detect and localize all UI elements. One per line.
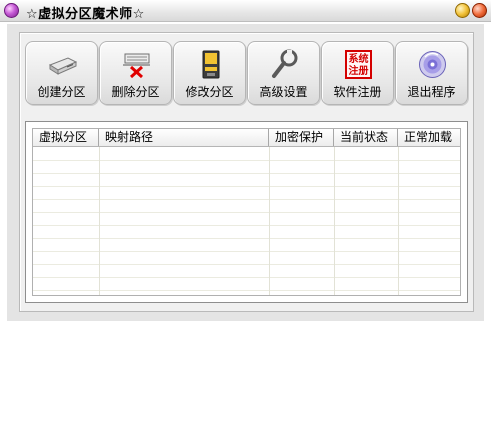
delete-partition-button[interactable]: 删除分区 (99, 41, 172, 105)
floppy-edit-icon (202, 50, 220, 79)
exit-program-button[interactable]: 退出程序 (395, 41, 468, 105)
modify-partition-label: 修改分区 (185, 85, 234, 99)
column-gridline (269, 147, 270, 295)
client-area: 创建分区 删除分区 修改分区 高级设置 系统 注册 软件注册 退出程序 虚拟分区… (7, 24, 484, 321)
wrench-icon (272, 49, 298, 78)
stamp-text-bottom: 注册 (349, 64, 369, 77)
list-rows (33, 147, 460, 295)
app-window: ☆虚拟分区魔术师☆ 创建分区 删除分区 修改分区 高级设置 系统 注册 软件注册… (0, 0, 491, 436)
window-title: ☆虚拟分区魔术师☆ (26, 7, 145, 22)
row-gridline (33, 225, 460, 226)
column-header-current-status[interactable]: 当前状态 (334, 129, 398, 146)
exit-program-label: 退出程序 (407, 85, 456, 99)
row-gridline (33, 160, 460, 161)
row-gridline (33, 290, 460, 291)
minimize-button[interactable] (455, 3, 470, 18)
modify-partition-button[interactable]: 修改分区 (173, 41, 246, 105)
stamp-text-top: 系统 (349, 52, 369, 65)
row-gridline (33, 277, 460, 278)
title-bar[interactable]: ☆虚拟分区魔术师☆ (0, 0, 491, 22)
toolbar: 创建分区 删除分区 修改分区 高级设置 系统 注册 软件注册 退出程序 (25, 41, 470, 105)
drive-icon (48, 57, 78, 75)
row-gridline (33, 238, 460, 239)
column-gridline (334, 147, 335, 295)
create-partition-label: 创建分区 (37, 85, 86, 99)
cd-exit-icon (419, 51, 446, 78)
close-button[interactable] (472, 3, 487, 18)
row-gridline (33, 199, 460, 200)
partition-list-container: 虚拟分区 映射路径 加密保护 当前状态 正常加载 (25, 121, 468, 303)
row-gridline (33, 186, 460, 187)
row-gridline (33, 173, 460, 174)
create-partition-button[interactable]: 创建分区 (25, 41, 98, 105)
delete-partition-label: 删除分区 (111, 85, 160, 99)
register-stamp-icon: 系统 注册 (345, 50, 372, 79)
row-gridline (33, 251, 460, 252)
software-register-button[interactable]: 系统 注册 软件注册 (321, 41, 394, 105)
advanced-settings-button[interactable]: 高级设置 (247, 41, 320, 105)
column-header-normal-load[interactable]: 正常加载 (398, 129, 460, 146)
column-header-encryption[interactable]: 加密保护 (269, 129, 334, 146)
column-gridline (398, 147, 399, 295)
column-header-mapping-path[interactable]: 映射路径 (99, 129, 269, 146)
row-gridline (33, 264, 460, 265)
column-gridline (99, 147, 100, 295)
software-register-label: 软件注册 (333, 85, 382, 99)
list-header: 虚拟分区 映射路径 加密保护 当前状态 正常加载 (33, 129, 460, 147)
app-orb-icon[interactable] (4, 3, 19, 18)
advanced-settings-label: 高级设置 (259, 85, 308, 99)
partition-list[interactable]: 虚拟分区 映射路径 加密保护 当前状态 正常加载 (32, 128, 461, 296)
column-header-virtual-partition[interactable]: 虚拟分区 (33, 129, 99, 146)
main-frame: 创建分区 删除分区 修改分区 高级设置 系统 注册 软件注册 退出程序 虚拟分区… (19, 32, 474, 312)
row-gridline (33, 212, 460, 213)
delete-drive-icon (123, 53, 150, 79)
